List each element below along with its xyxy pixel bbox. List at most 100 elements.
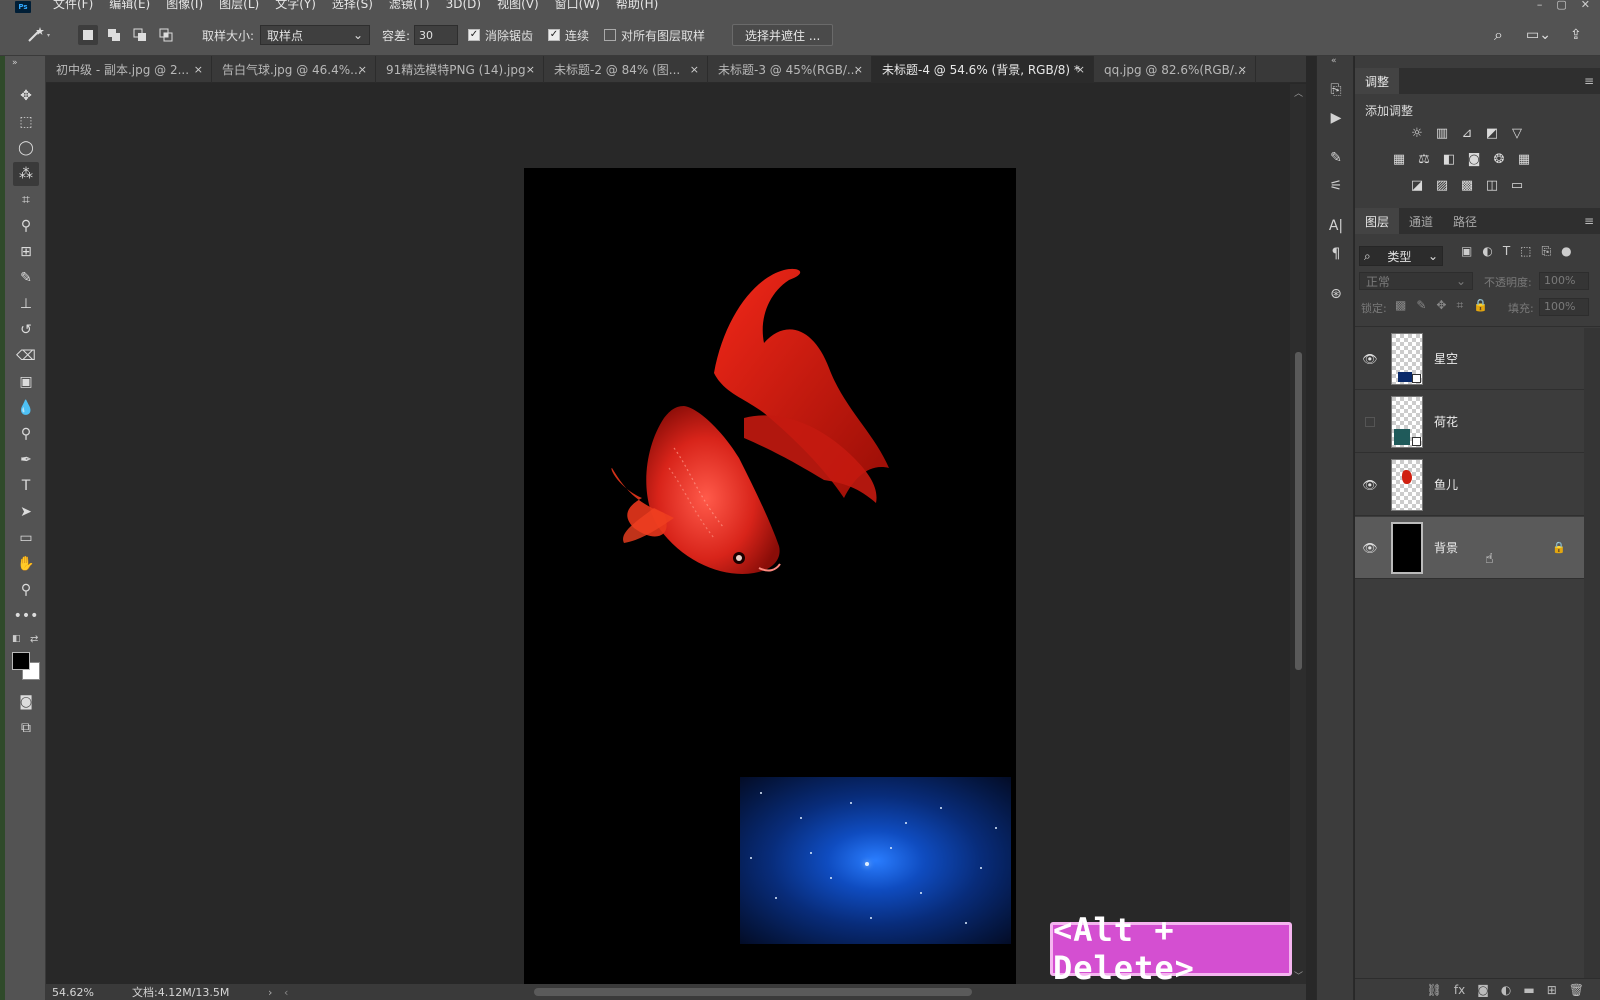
filter-pixel-icon[interactable]: ▣ xyxy=(1461,244,1472,259)
close-icon[interactable]: × xyxy=(854,63,863,76)
history-brush-tool-icon[interactable]: ↺ xyxy=(13,318,39,342)
channel-mixer-icon[interactable]: ❂ xyxy=(1491,152,1507,167)
share-icon[interactable]: ⇪ xyxy=(1570,14,1582,56)
menu-filter[interactable]: 滤镜(T) xyxy=(389,0,430,10)
vertical-scroll-thumb[interactable] xyxy=(1295,352,1302,670)
menu-file[interactable]: 文件(F) xyxy=(53,0,93,10)
brush-settings-icon[interactable]: ⚟ xyxy=(1326,176,1346,196)
new-group-icon[interactable]: ▬ xyxy=(1523,983,1534,997)
filter-toggle-icon[interactable]: ● xyxy=(1561,244,1571,259)
threshold-icon[interactable]: ▩ xyxy=(1459,178,1475,193)
tab-document-active[interactable]: 未标题-4 @ 54.6% (背景, RGB/8) * × xyxy=(872,56,1094,83)
layer-row-selected[interactable]: 👁 背景 ☝ 🔒 xyxy=(1355,517,1584,579)
color-balance-icon[interactable]: ⚖ xyxy=(1416,152,1432,167)
marquee-tool-icon[interactable]: ⬚ xyxy=(13,110,39,134)
scroll-down-icon[interactable]: ﹀ xyxy=(1294,969,1303,982)
lock-all-icon[interactable]: 🔒 xyxy=(1473,298,1488,313)
layer-name[interactable]: 荷花 xyxy=(1434,413,1458,430)
tab-layers[interactable]: 图层 xyxy=(1355,208,1400,234)
layer-row[interactable]: 荷花 xyxy=(1355,391,1584,453)
menu-image[interactable]: 图像(I) xyxy=(166,0,203,10)
opacity-input[interactable]: 100% xyxy=(1539,272,1589,290)
selective-color-icon[interactable]: ◫ xyxy=(1484,178,1500,193)
photo-filter-icon[interactable]: ◙ xyxy=(1466,152,1482,167)
invert-icon[interactable]: ◪ xyxy=(1409,178,1425,193)
foreground-color-swatch[interactable] xyxy=(12,652,30,670)
close-window-icon[interactable]: ✕ xyxy=(1581,0,1590,11)
gradient-map-icon[interactable]: ▭ xyxy=(1509,178,1525,193)
contiguous-checkbox[interactable]: ✓ 连续 xyxy=(548,14,589,56)
tab-document[interactable]: 未标题-3 @ 45%(RGB/... × xyxy=(708,56,872,83)
tab-document[interactable]: 未标题-2 @ 84% (图... × xyxy=(544,56,708,83)
menu-type[interactable]: 文字(Y) xyxy=(275,0,316,10)
layer-name[interactable]: 背景 xyxy=(1434,539,1458,556)
history-panel-icon[interactable]: ⎘ xyxy=(1326,80,1346,100)
intersect-selection-mode[interactable] xyxy=(156,25,176,45)
filter-type-icon[interactable]: T xyxy=(1503,244,1510,259)
close-icon[interactable]: × xyxy=(1076,63,1085,76)
hand-tool-icon[interactable]: ✋ xyxy=(13,552,39,576)
panel-menu-icon[interactable]: ≡ xyxy=(1584,74,1594,88)
menu-select[interactable]: 选择(S) xyxy=(332,0,373,10)
subtract-selection-mode[interactable] xyxy=(130,25,150,45)
blend-mode-select[interactable]: 正常 ⌄ xyxy=(1359,272,1473,290)
swap-colors-icon[interactable]: ⇄ xyxy=(30,634,38,645)
add-mask-icon[interactable]: ◙ xyxy=(1477,983,1489,997)
dodge-tool-icon[interactable]: ⚲ xyxy=(13,422,39,446)
all-layers-checkbox[interactable]: 对所有图层取样 xyxy=(604,14,705,56)
menu-window[interactable]: 窗口(W) xyxy=(555,0,600,10)
clone-stamp-tool-icon[interactable]: ⊥ xyxy=(13,292,39,316)
fill-input[interactable]: 100% xyxy=(1539,298,1589,316)
lock-transparent-icon[interactable]: ▩ xyxy=(1395,298,1406,313)
delete-layer-icon[interactable]: 🗑 xyxy=(1569,983,1584,997)
menu-view[interactable]: 视图(V) xyxy=(497,0,539,10)
screen-mode-icon[interactable]: ⧉ xyxy=(13,716,39,740)
workspace-icon[interactable]: ▭⌄ xyxy=(1526,14,1551,56)
pen-tool-icon[interactable]: ✒ xyxy=(13,448,39,472)
scroll-up-icon[interactable]: ︿ xyxy=(1294,86,1303,99)
tab-document[interactable]: 初中级 - 副本.jpg @ 2... × xyxy=(46,56,212,83)
healing-brush-tool-icon[interactable]: ⊞ xyxy=(13,240,39,264)
close-icon[interactable]: × xyxy=(1238,63,1247,76)
layers-scrollbar[interactable] xyxy=(1584,328,1600,978)
filter-shape-icon[interactable]: ⬚ xyxy=(1520,244,1531,259)
close-icon[interactable]: × xyxy=(526,63,535,76)
tab-paths[interactable]: 路径 xyxy=(1443,208,1487,234)
color-lookup-icon[interactable]: ▦ xyxy=(1516,152,1532,167)
new-layer-icon[interactable]: ⊞ xyxy=(1547,983,1557,997)
eye-icon[interactable]: 👁 xyxy=(1357,541,1383,555)
select-and-mask-button[interactable]: 选择并遮住 ... xyxy=(732,24,834,46)
layer-name[interactable]: 星空 xyxy=(1434,350,1458,367)
brushes-panel-icon[interactable]: ✎ xyxy=(1326,148,1346,168)
posterize-icon[interactable]: ▨ xyxy=(1434,178,1450,193)
status-menu-icon[interactable]: › xyxy=(268,986,284,999)
lasso-tool-icon[interactable]: ◯ xyxy=(13,136,39,160)
quick-mask-icon[interactable]: ◙ xyxy=(13,690,39,714)
horizontal-scroll-thumb[interactable] xyxy=(534,988,972,996)
magic-wand-preset[interactable] xyxy=(26,14,54,56)
maximize-icon[interactable]: ▢ xyxy=(1556,0,1566,11)
lock-artboard-icon[interactable]: ⌗ xyxy=(1456,298,1463,313)
curves-icon[interactable]: ⊿ xyxy=(1459,126,1475,141)
zoom-level[interactable]: 54.62% xyxy=(52,986,132,999)
close-icon[interactable]: × xyxy=(690,63,699,76)
rectangle-tool-icon[interactable]: ▭ xyxy=(13,526,39,550)
eye-icon[interactable]: 👁 xyxy=(1357,352,1383,366)
eye-icon[interactable]: 👁 xyxy=(1357,478,1383,492)
filter-smart-object-icon[interactable]: ⎘ xyxy=(1542,244,1552,259)
new-adjustment-icon[interactable]: ◐ xyxy=(1501,983,1511,997)
lock-pixels-icon[interactable]: ✎ xyxy=(1416,298,1426,313)
levels-icon[interactable]: ▥ xyxy=(1434,126,1450,141)
type-tool-icon[interactable]: T xyxy=(13,474,39,498)
collapse-arrows-icon[interactable]: » xyxy=(12,58,18,68)
hue-saturation-icon[interactable]: ▦ xyxy=(1391,152,1407,167)
collapse-arrows-icon[interactable]: « xyxy=(1331,56,1337,66)
tab-channels[interactable]: 通道 xyxy=(1399,208,1443,234)
scroll-left-icon[interactable]: ‹ xyxy=(284,986,288,999)
panel-menu-icon[interactable]: ≡ xyxy=(1584,214,1594,228)
brush-tool-icon[interactable]: ✎ xyxy=(13,266,39,290)
lock-position-icon[interactable]: ✥ xyxy=(1436,298,1446,313)
close-icon[interactable]: × xyxy=(194,63,203,76)
menu-3d[interactable]: 3D(D) xyxy=(446,0,481,10)
menu-edit[interactable]: 编辑(E) xyxy=(109,0,150,10)
